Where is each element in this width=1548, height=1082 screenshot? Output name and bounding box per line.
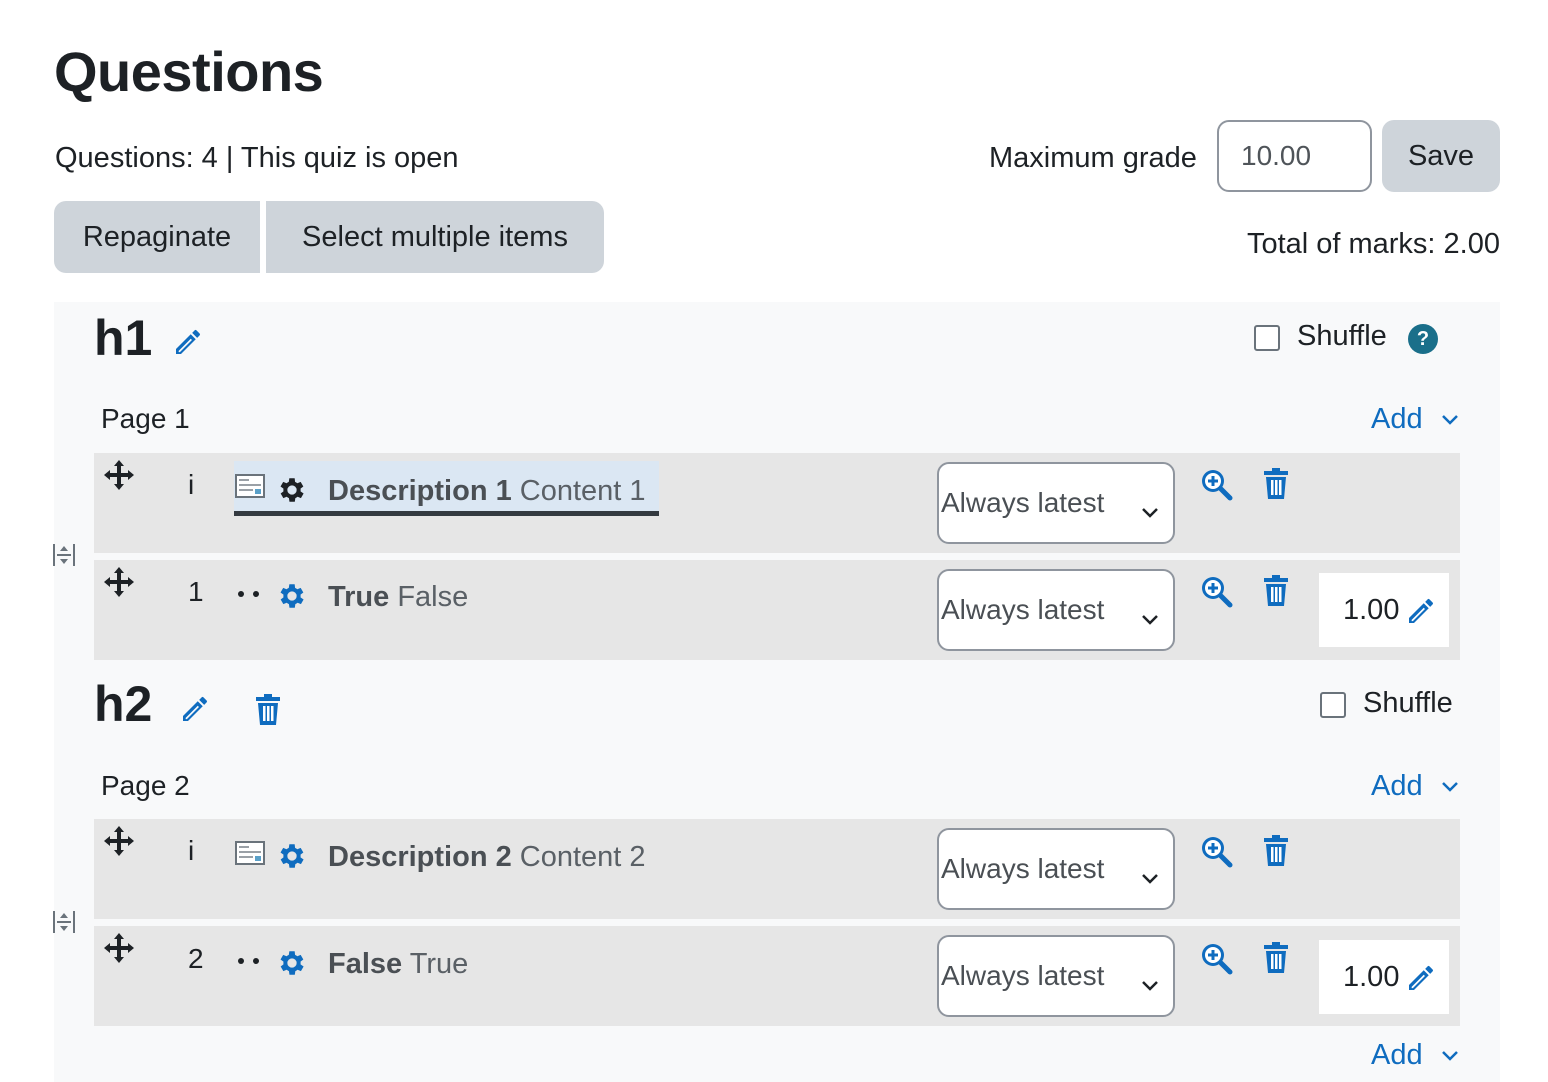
add-menu-link[interactable]: Add	[1371, 401, 1459, 437]
max-mark-value: 1.00	[1343, 961, 1400, 993]
chevron-down-icon	[1441, 781, 1459, 793]
max-grade-input[interactable]	[1217, 120, 1372, 192]
shuffle-label: Shuffle	[1297, 320, 1387, 352]
version-select[interactable]: Always latest	[937, 935, 1175, 1017]
move-icon[interactable]	[103, 459, 135, 491]
trash-icon[interactable]	[1262, 834, 1290, 868]
gear-icon[interactable]	[276, 840, 308, 872]
move-icon[interactable]	[103, 566, 135, 598]
shuffle-checkbox[interactable]	[1320, 692, 1346, 718]
pencil-icon[interactable]	[1405, 595, 1437, 627]
chevron-down-icon	[1141, 967, 1159, 999]
version-select[interactable]: Always latest	[937, 828, 1175, 910]
slot-number: 2	[188, 943, 204, 974]
help-icon[interactable]: ?	[1408, 324, 1438, 354]
save-button[interactable]: Save	[1382, 120, 1500, 192]
question-name[interactable]: Description 1 Content 1	[328, 473, 646, 509]
pencil-icon[interactable]	[1405, 962, 1437, 994]
trash-icon[interactable]	[1262, 574, 1290, 608]
section-heading: h2	[94, 676, 153, 732]
chevron-down-icon	[1141, 494, 1159, 526]
truefalse-icon	[236, 957, 264, 965]
add-label: Add	[1371, 1039, 1423, 1071]
zoom-in-icon[interactable]	[1199, 834, 1233, 868]
gear-icon[interactable]	[276, 474, 308, 506]
truefalse-icon	[236, 590, 264, 598]
page-label: Page 2	[101, 770, 190, 801]
page-toggle-icon[interactable]	[52, 910, 76, 934]
slot-number: i	[188, 835, 195, 866]
chevron-down-icon	[1441, 1050, 1459, 1062]
add-menu-link[interactable]: Add	[1371, 1037, 1459, 1073]
select-multiple-button[interactable]: Select multiple items	[266, 201, 604, 273]
max-mark-box[interactable]: 1.00	[1319, 940, 1449, 1014]
repaginate-button[interactable]: Repaginate	[54, 201, 260, 273]
add-menu-link[interactable]: Add	[1371, 768, 1459, 804]
description-icon	[235, 474, 265, 498]
version-select[interactable]: Always latest	[937, 462, 1175, 544]
max-grade-label: Maximum grade	[989, 142, 1197, 174]
chevron-down-icon	[1141, 860, 1159, 892]
page-title: Questions	[54, 40, 324, 103]
zoom-in-icon[interactable]	[1199, 574, 1233, 608]
shuffle-label: Shuffle	[1363, 687, 1453, 719]
move-icon[interactable]	[103, 932, 135, 964]
slot-number: 1	[188, 576, 204, 607]
zoom-in-icon[interactable]	[1199, 941, 1233, 975]
shuffle-checkbox[interactable]	[1254, 325, 1280, 351]
total-marks: Total of marks: 2.00	[1246, 228, 1500, 260]
section-heading: h1	[94, 310, 153, 366]
slot-number: i	[188, 469, 195, 500]
add-label: Add	[1371, 403, 1423, 435]
chevron-down-icon	[1141, 601, 1159, 633]
pencil-icon[interactable]	[179, 693, 211, 725]
move-icon[interactable]	[103, 825, 135, 857]
trash-icon[interactable]	[1262, 941, 1290, 975]
max-mark-value: 1.00	[1343, 594, 1400, 626]
description-icon	[235, 841, 265, 865]
chevron-down-icon	[1441, 414, 1459, 426]
page-toggle-icon[interactable]	[52, 543, 76, 567]
trash-icon[interactable]	[254, 693, 282, 727]
gear-icon[interactable]	[276, 580, 308, 612]
max-mark-box[interactable]: 1.00	[1319, 573, 1449, 647]
zoom-in-icon[interactable]	[1199, 467, 1233, 501]
trash-icon[interactable]	[1262, 467, 1290, 501]
quiz-info: Questions: 4 | This quiz is open	[55, 142, 459, 174]
page-label: Page 1	[101, 403, 190, 434]
question-name[interactable]: True False	[328, 579, 468, 615]
version-select[interactable]: Always latest	[937, 569, 1175, 651]
pencil-icon[interactable]	[172, 326, 204, 358]
gear-icon[interactable]	[276, 947, 308, 979]
add-label: Add	[1371, 770, 1423, 802]
question-name[interactable]: Description 2 Content 2	[328, 839, 646, 875]
question-name[interactable]: False True	[328, 946, 468, 982]
